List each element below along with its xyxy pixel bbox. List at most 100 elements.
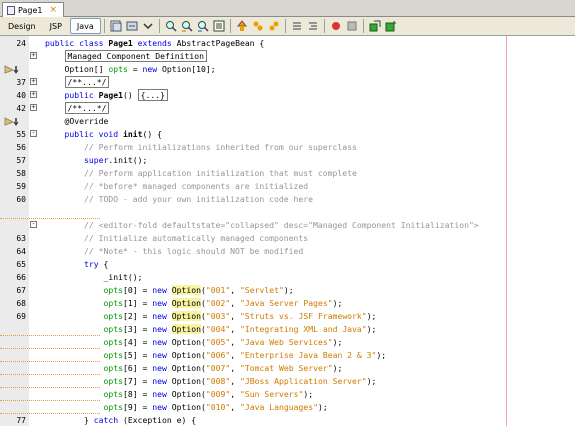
code-line[interactable]: 66 _init();	[0, 271, 575, 284]
code-token: "Java Server Pages"	[239, 298, 333, 308]
forward-icon[interactable]	[141, 19, 155, 33]
code-line[interactable]	[0, 206, 575, 219]
code-token: "007"	[205, 363, 231, 373]
code-editor[interactable]: 24 public class Page1 extends AbstractPag…	[0, 36, 575, 426]
code-token: "Enterprise Java Bean 2 & 3"	[239, 350, 377, 360]
add-icon[interactable]	[384, 19, 398, 33]
toggle-highlight-icon[interactable]	[212, 19, 226, 33]
code-line[interactable]: - // <editor-fold defaultstate="collapse…	[0, 219, 575, 232]
code-token: .init();	[108, 155, 148, 165]
expand-fold-icon[interactable]: +	[30, 104, 37, 111]
expand-fold-icon[interactable]: +	[30, 78, 37, 85]
code-line[interactable]: opts[8] = new Option("009", "Sun Servers…	[0, 388, 575, 401]
expand-fold-icon[interactable]: +	[30, 91, 37, 98]
code-line[interactable]: 59 // *before* managed components are in…	[0, 180, 575, 193]
collapse-fold-icon[interactable]: -	[30, 130, 37, 137]
code-token: "Java Web Services"	[239, 337, 333, 347]
code-token: );	[366, 324, 377, 334]
history-icon[interactable]	[109, 19, 123, 33]
code-token: Option[10];	[161, 64, 216, 74]
code-token: [1] =	[122, 298, 153, 308]
code-line[interactable]: 67 opts[0] = new Option("001", "Servlet"…	[0, 284, 575, 297]
code-line[interactable]: 68 opts[1] = new Option("002", "Java Ser…	[0, 297, 575, 310]
code-line[interactable]: 65 try {	[0, 258, 575, 271]
code-line[interactable]: 58 // Perform application initialization…	[0, 167, 575, 180]
indent-icon[interactable]	[306, 19, 320, 33]
find-icon[interactable]	[164, 19, 178, 33]
code-token: "Sun Servers"	[239, 389, 304, 399]
code-line[interactable]: Option[] opts = new Option[10];	[0, 63, 575, 76]
uncomment-icon[interactable]	[290, 19, 304, 33]
code-line[interactable]: 55- public void init() {	[0, 128, 575, 141]
line-number: 77	[16, 416, 26, 425]
code-token: );	[303, 389, 314, 399]
code-line[interactable]: 56 // Perform initializations inherited …	[0, 141, 575, 154]
code-line[interactable]: opts[3] = new Option("004", "Integrating…	[0, 323, 575, 336]
shift-right-icon[interactable]	[251, 19, 265, 33]
run-icon[interactable]	[368, 19, 382, 33]
code-line[interactable]: opts[6] = new Option("007", "Tomcat Web …	[0, 362, 575, 375]
override-annotation-icon[interactable]	[4, 117, 22, 126]
code-token: "002"	[205, 298, 231, 308]
code-text: opts[3] = new Option("004", "Integrating…	[45, 323, 376, 336]
file-tab-page1[interactable]: Page1 ×	[2, 2, 65, 17]
record-macro-icon[interactable]	[345, 19, 359, 33]
code-token: "JBoss Application Server"	[239, 376, 367, 386]
close-tab-icon[interactable]: ×	[49, 5, 57, 15]
code-line[interactable]: 77 } catch (Exception e) {	[0, 414, 575, 427]
line-number: 42	[16, 104, 26, 113]
code-token: [5] =	[122, 350, 153, 360]
code-text: opts[1] = new Option("002", "Java Server…	[45, 297, 342, 310]
code-text: // TODO - add your own initialization co…	[45, 193, 313, 206]
code-line[interactable]: 37 + /**...*/	[0, 76, 575, 89]
code-line[interactable]: opts[5] = new Option("006", "Enterprise …	[0, 349, 575, 362]
code-line[interactable]: opts[7] = new Option("008", "JBoss Appli…	[0, 375, 575, 388]
code-line[interactable]: 57 super.init();	[0, 154, 575, 167]
code-token: ,	[230, 337, 240, 347]
code-token: ,	[230, 350, 240, 360]
comment-icon[interactable]	[267, 19, 281, 33]
code-token: @Override	[45, 116, 109, 126]
code-token: new	[152, 363, 172, 373]
code-line[interactable]: + Managed Component Definition	[0, 50, 575, 63]
code-text: opts[2] = new Option("003", "Struts vs. …	[45, 310, 376, 323]
code-line[interactable]: @Override	[0, 115, 575, 128]
code-line[interactable]: 60 // TODO - add your own initialization…	[0, 193, 575, 206]
code-token: "001"	[205, 285, 231, 295]
stop-macro-icon[interactable]	[329, 19, 343, 33]
code-token: "005"	[205, 337, 231, 347]
find-prev-icon[interactable]	[180, 19, 194, 33]
expand-fold-icon[interactable]: +	[30, 52, 37, 59]
tab-java[interactable]: Java	[69, 18, 101, 34]
code-token: ,	[230, 363, 240, 373]
code-line[interactable]: 69 opts[2] = new Option("003", "Struts v…	[0, 310, 575, 323]
override-annotation-icon[interactable]	[4, 65, 22, 74]
code-token: "Integrating XML and Java"	[239, 324, 367, 334]
code-token: new	[152, 285, 172, 295]
code-line[interactable]: 64 // *Note* - this logic should NOT be …	[0, 245, 575, 258]
code-line[interactable]: 40 + public Page1() {...}	[0, 89, 575, 102]
code-token: () {	[142, 129, 162, 139]
code-line[interactable]: opts[9] = new Option("010", "Java Langua…	[0, 401, 575, 414]
find-next-icon[interactable]	[196, 19, 210, 33]
code-token: // <editor-fold defaultstate="collapsed"…	[45, 220, 479, 230]
code-token: ,	[230, 311, 240, 321]
code-text: @Override	[45, 115, 108, 128]
code-line[interactable]: opts[4] = new Option("005", "Java Web Se…	[0, 336, 575, 349]
code-line[interactable]: 24 public class Page1 extends AbstractPag…	[0, 37, 575, 50]
code-token: ,	[230, 376, 240, 386]
code-line[interactable]: 42 + /**...*/	[0, 102, 575, 115]
shift-left-icon[interactable]	[235, 19, 249, 33]
editor-tab-strip: Page1 ×	[0, 0, 575, 17]
collapse-fold-icon[interactable]: -	[30, 221, 37, 228]
code-token: new	[142, 64, 162, 74]
tab-jsp[interactable]: JSP	[44, 19, 68, 33]
code-text: opts[4] = new Option("005", "Java Web Se…	[45, 336, 342, 349]
code-token: new	[152, 311, 172, 321]
tab-design[interactable]: Design	[2, 19, 42, 33]
back-icon[interactable]	[125, 19, 139, 33]
code-line[interactable]: 63 // Initialize automatically managed c…	[0, 232, 575, 245]
